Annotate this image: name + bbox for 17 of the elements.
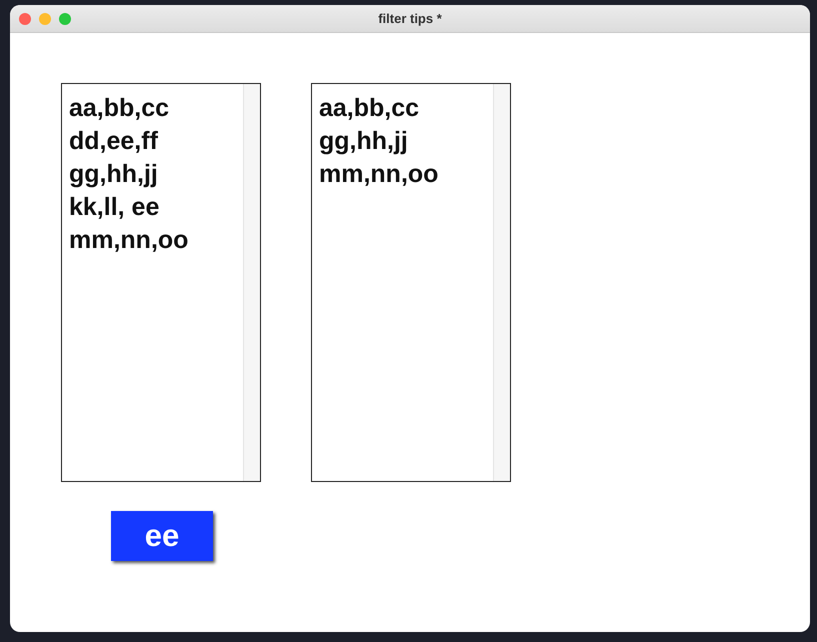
list-box[interactable]: aa,bb,cc gg,hh,jj mm,nn,oo [311, 83, 511, 482]
list-item[interactable]: gg,hh,jj [319, 125, 408, 158]
list-item[interactable]: mm,nn,oo [69, 224, 188, 257]
minimize-button[interactable] [39, 12, 51, 24]
list-item[interactable]: gg,hh,jj [69, 158, 158, 191]
window-title: filter tips * [378, 11, 442, 26]
list-item[interactable]: dd,ee,ff [69, 125, 158, 158]
list-item[interactable]: aa,bb,cc [69, 92, 170, 125]
zoom-button[interactable] [59, 12, 71, 24]
list-item[interactable]: mm,nn,oo [319, 158, 438, 191]
list-item[interactable]: kk,ll, ee [69, 191, 160, 224]
scrollbar[interactable] [493, 84, 510, 481]
filter-button[interactable]: ee [111, 511, 213, 561]
list-item[interactable]: aa,bb,cc [319, 92, 420, 125]
close-button[interactable] [19, 12, 31, 24]
scrollbar[interactable] [243, 84, 260, 481]
list-box[interactable]: aa,bb,cc dd,ee,ff gg,hh,jj kk,ll, ee mm,nn,oo [61, 83, 261, 482]
